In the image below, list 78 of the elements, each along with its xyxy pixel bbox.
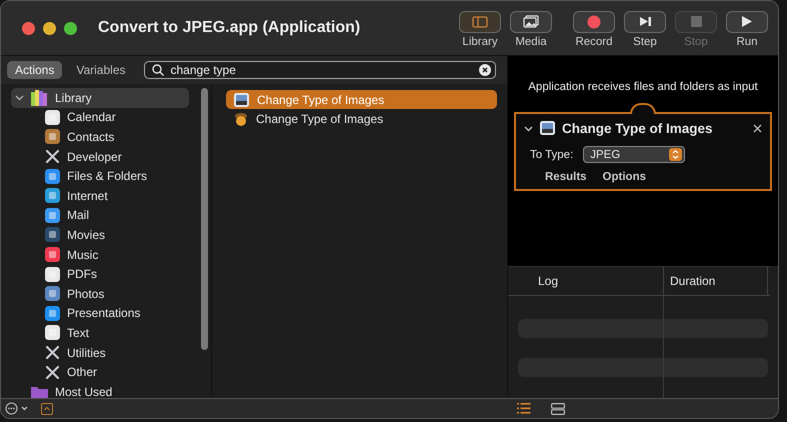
stepper-icon (669, 148, 682, 161)
image-icon (540, 121, 555, 135)
run-button[interactable] (726, 10, 768, 32)
library-button[interactable] (459, 10, 501, 32)
library-item[interactable]: Presentations (11, 304, 201, 324)
chevron-icon[interactable] (15, 93, 24, 102)
books-icon (31, 90, 48, 106)
mode-tab[interactable]: Actions (7, 61, 62, 79)
toolbar-label: Media (515, 36, 547, 48)
input-note: Application receives files and folders as input (528, 81, 758, 93)
library-item[interactable]: Calendar (11, 108, 201, 128)
category-icon (45, 325, 60, 340)
tools-icon (45, 149, 60, 164)
library-item[interactable]: Developer (11, 146, 201, 166)
acorn-icon (234, 112, 248, 126)
record-button[interactable] (573, 10, 615, 32)
toolbar-label: Step (633, 36, 657, 48)
mode-tab[interactable]: Variables (68, 61, 134, 79)
category-icon (45, 306, 60, 321)
play-icon (741, 15, 753, 28)
library-item[interactable]: Text (11, 323, 201, 343)
minimize-icon[interactable] (43, 22, 56, 34)
library-item[interactable]: Other (11, 362, 201, 382)
library-item[interactable]: Music (11, 244, 201, 264)
category-icon (45, 168, 60, 184)
library-item[interactable]: Mail (11, 206, 201, 226)
sidebar-icon (472, 16, 488, 28)
toolbar-label: Stop (684, 36, 708, 48)
library-item[interactable]: Utilities (11, 342, 201, 362)
close-icon[interactable] (753, 124, 762, 132)
category-icon (45, 247, 60, 262)
clear-icon[interactable] (479, 64, 491, 76)
action-item[interactable]: Change Type of Images (226, 90, 497, 109)
action-item[interactable]: Change Type of Images (226, 109, 497, 128)
window-title: Convert to JPEG.app (Application) (98, 19, 360, 37)
zoom-icon[interactable] (64, 22, 77, 34)
chevron-icon[interactable] (524, 124, 533, 132)
type-popup[interactable]: JPEG (583, 146, 686, 163)
library-item[interactable]: Library (11, 88, 189, 108)
close-icon[interactable] (22, 22, 35, 34)
search-icon (152, 64, 164, 76)
column-header[interactable]: Duration (664, 267, 768, 295)
library-item[interactable]: Files & Folders (11, 166, 201, 186)
category-icon (45, 266, 60, 282)
category-icon (45, 227, 60, 242)
toolbar-label: Library (462, 36, 498, 48)
tools-icon (45, 345, 60, 360)
library-item[interactable]: Internet (11, 186, 201, 206)
column-header[interactable]: Log (508, 267, 664, 295)
split-view-icon[interactable] (551, 402, 565, 414)
stop-icon (690, 16, 702, 27)
category-icon (45, 188, 60, 204)
library-item[interactable]: Movies (11, 225, 201, 245)
category-icon (45, 110, 60, 125)
library-item[interactable]: Contacts (11, 127, 201, 147)
step-icon (638, 16, 652, 27)
card-tab[interactable]: Options (600, 171, 649, 183)
toolbar-label: Record (575, 36, 613, 48)
record-icon (587, 14, 601, 28)
step-button[interactable] (624, 10, 666, 32)
search-field[interactable]: change type (144, 61, 496, 79)
action-title: Change Type of Images (562, 120, 713, 136)
list-icon[interactable] (517, 403, 531, 414)
image-icon (234, 92, 249, 106)
media-button[interactable] (510, 10, 552, 32)
category-icon (45, 286, 60, 302)
toolbar-label: Run (736, 36, 758, 48)
category-icon (45, 208, 60, 223)
tools-icon (45, 364, 60, 380)
library-item[interactable]: Most Used (11, 382, 189, 398)
scrollbar[interactable] (201, 88, 208, 350)
description-icon[interactable] (41, 402, 53, 414)
card-tab[interactable]: Results (542, 171, 590, 183)
field-label: To Type: (530, 148, 574, 160)
category-icon (45, 129, 60, 144)
library-item[interactable]: PDFs (11, 264, 201, 284)
library-item[interactable]: Photos (11, 284, 201, 304)
photos-icon (523, 15, 539, 28)
